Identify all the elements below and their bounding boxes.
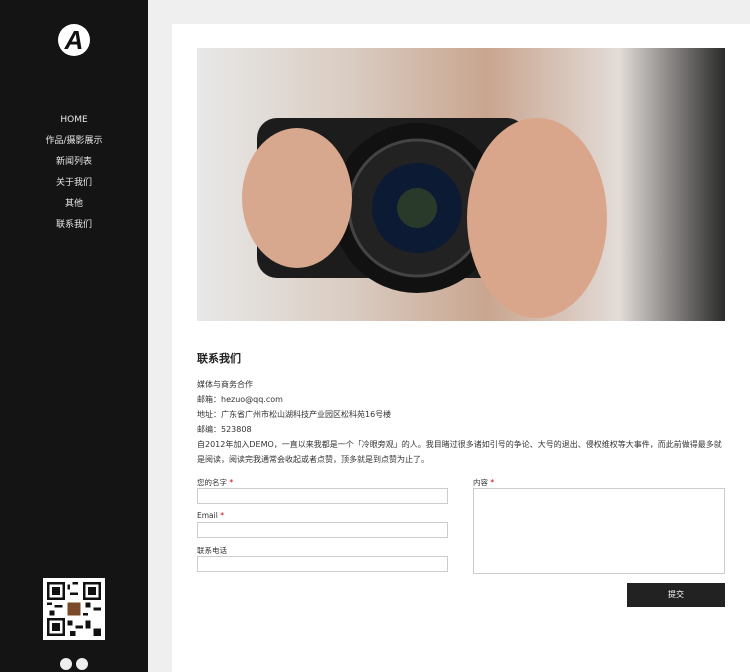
nav-works[interactable]: 作品/摄影展示: [0, 134, 148, 155]
nav-about[interactable]: 关于我们: [0, 176, 148, 197]
name-label: 您的名字 *: [197, 478, 234, 487]
sidebar: A HOME 作品/摄影展示 新闻列表 关于我们 其他 联系我们: [0, 0, 148, 672]
info-line: 媒体与商务合作: [197, 380, 253, 389]
social-links: [60, 658, 88, 670]
info-description: 自2012年加入DEMO，一直以来我都是一个「冷眼旁观」的人。我目睹过很多诸如引…: [197, 440, 722, 464]
main-nav: HOME 作品/摄影展示 新闻列表 关于我们 其他 联系我们: [0, 113, 148, 239]
nav-home[interactable]: HOME: [0, 113, 148, 134]
name-input[interactable]: [197, 488, 448, 504]
page-title: 联系我们: [197, 352, 241, 365]
info-email: 邮箱：hezuo@qq.com: [197, 395, 283, 404]
nav-other[interactable]: 其他: [0, 197, 148, 218]
info-address: 地址：广东省广州市松山湖科技产业园区松科苑16号楼: [197, 410, 392, 419]
phone-label: 联系电话: [197, 546, 227, 555]
nav-contact[interactable]: 联系我们: [0, 218, 148, 239]
content-textarea[interactable]: [473, 488, 725, 574]
submit-button[interactable]: 提交: [627, 583, 725, 607]
info-postcode: 邮编：523808: [197, 425, 252, 434]
qr-code: [43, 578, 105, 640]
qq-icon[interactable]: [76, 658, 88, 670]
phone-input[interactable]: [197, 556, 448, 572]
hero-photo: [197, 48, 725, 321]
email-label: Email *: [197, 511, 224, 520]
nav-news[interactable]: 新闻列表: [0, 155, 148, 176]
content-panel: 联系我们 媒体与商务合作 邮箱：hezuo@qq.com 地址：广东省广州市松山…: [172, 24, 750, 672]
contact-info: 媒体与商务合作 邮箱：hezuo@qq.com 地址：广东省广州市松山湖科技产业…: [197, 377, 727, 467]
weibo-icon[interactable]: [60, 658, 72, 670]
content-label: 内容 *: [473, 478, 495, 487]
logo[interactable]: A: [58, 24, 90, 56]
email-input[interactable]: [197, 522, 448, 538]
